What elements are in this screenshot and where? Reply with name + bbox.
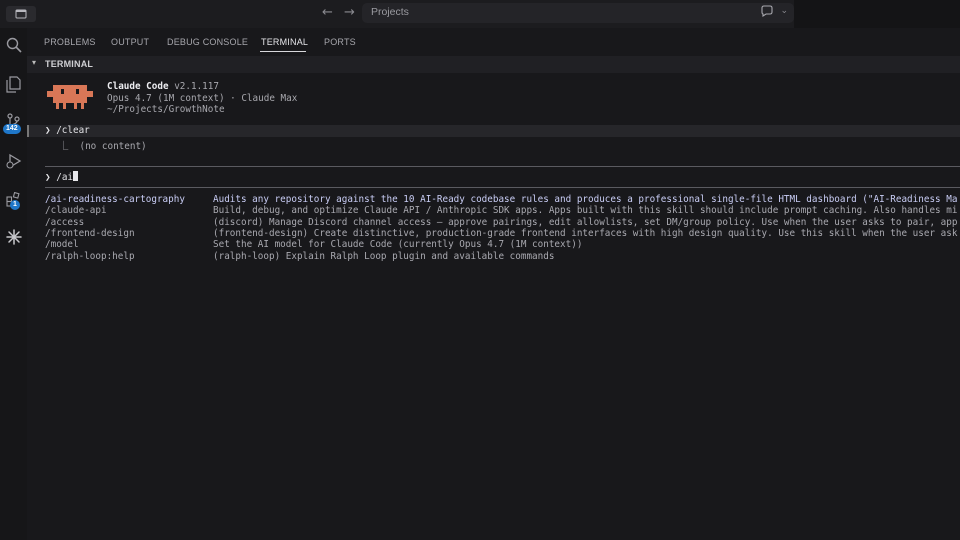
suggestion-description: Set the AI model for Claude Code (curren… bbox=[213, 239, 583, 251]
suggestion-command: /frontend-design bbox=[45, 227, 135, 239]
chevron-down-icon: ▾ bbox=[32, 58, 37, 67]
files-icon[interactable] bbox=[0, 71, 27, 97]
claude-icon[interactable] bbox=[0, 224, 27, 250]
suggestion-description: (frontend-design) Create distinctive, pr… bbox=[213, 227, 958, 239]
terminal-section-header[interactable]: ▾ TERMINAL bbox=[27, 56, 960, 73]
suggestion-command: /access bbox=[45, 216, 85, 228]
section-title: TERMINAL bbox=[45, 59, 94, 69]
suggestion-description: (discord) Manage Discord channel access … bbox=[213, 216, 958, 228]
title-bar: ← → Projects ⌄ bbox=[0, 0, 960, 28]
suggestion-command: /ralph-loop:help bbox=[45, 250, 135, 262]
active-tab-indicator bbox=[260, 51, 306, 52]
tab-problems[interactable]: PROBLEMS bbox=[44, 37, 96, 47]
prompt-input[interactable]: ❯ /ai bbox=[45, 171, 79, 183]
tab-debug-console[interactable]: DEBUG CONSOLE bbox=[167, 37, 248, 47]
command-center-search[interactable]: Projects ⌄ bbox=[362, 3, 794, 23]
run-debug-icon[interactable] bbox=[0, 148, 27, 174]
bottom-panel: PROBLEMS OUTPUT DEBUG CONSOLE TERMINAL P… bbox=[27, 28, 960, 540]
copilot-icon[interactable] bbox=[760, 5, 774, 20]
history-prompt-row: ❯ /clear bbox=[27, 125, 960, 137]
chevron-down-icon[interactable]: ⌄ bbox=[780, 6, 788, 16]
back-arrow-icon[interactable]: ← bbox=[322, 5, 333, 20]
extensions-badge: 1 bbox=[10, 200, 20, 210]
history-prompt: ❯ /clear bbox=[45, 125, 90, 136]
prompt-input-value: /ai bbox=[56, 172, 74, 183]
tab-ports[interactable]: PORTS bbox=[324, 37, 356, 47]
claude-mascot-icon bbox=[47, 85, 93, 109]
window-icon bbox=[15, 9, 27, 19]
history-marker bbox=[27, 125, 29, 137]
activity-bar: 142 1 bbox=[0, 28, 27, 540]
suggestion-description: Build, debug, and optimize Claude API / … bbox=[213, 205, 958, 217]
app-title-line: Claude Code v2.1.117 bbox=[107, 81, 219, 92]
title-bar-right-area bbox=[794, 0, 960, 28]
command-center-label: Projects bbox=[371, 6, 409, 18]
app-version: v2.1.117 bbox=[174, 81, 219, 92]
suggestion-command: /model bbox=[45, 239, 79, 251]
source-control-badge: 142 bbox=[3, 124, 21, 134]
input-bottom-divider bbox=[45, 187, 960, 188]
panel-tabs: PROBLEMS OUTPUT DEBUG CONSOLE TERMINAL P… bbox=[27, 28, 960, 54]
suggestion-command: /claude-api bbox=[45, 205, 107, 217]
suggestion-description: (ralph-loop) Explain Ralph Loop plugin a… bbox=[213, 250, 555, 262]
tab-output[interactable]: OUTPUT bbox=[111, 37, 149, 47]
history-output: ⎿ (no content) bbox=[59, 141, 147, 152]
suggestion-command: /ai-readiness-cartography bbox=[45, 194, 185, 205]
suggestion-description: Audits any repository against the 10 AI-… bbox=[213, 194, 958, 205]
prompt-caret: ❯ bbox=[45, 172, 51, 183]
search-icon[interactable] bbox=[0, 32, 27, 58]
model-line: Opus 4.7 (1M context) · Claude Max bbox=[107, 93, 298, 104]
input-top-divider bbox=[45, 166, 960, 167]
text-cursor bbox=[73, 171, 79, 181]
tab-terminal[interactable]: TERMINAL bbox=[261, 37, 308, 47]
forward-arrow-icon[interactable]: → bbox=[344, 5, 355, 20]
cwd-line: ~/Projects/GrowthNote bbox=[107, 104, 225, 115]
menu-button[interactable] bbox=[6, 6, 36, 22]
app-name: Claude Code bbox=[107, 81, 169, 92]
terminal-content[interactable]: Claude Code v2.1.117 Opus 4.7 (1M contex… bbox=[27, 73, 960, 540]
